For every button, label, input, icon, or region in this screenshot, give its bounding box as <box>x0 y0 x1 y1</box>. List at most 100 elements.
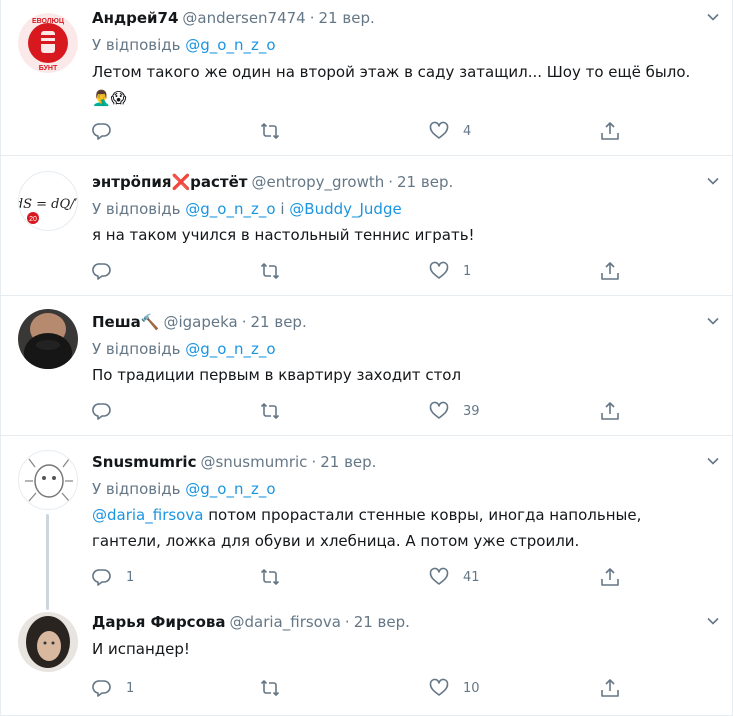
svg-text:БУНТ: БУНТ <box>39 65 58 72</box>
author-handle[interactable]: @andersen7474 <box>182 9 305 27</box>
tweet-date[interactable]: 21 вер. <box>397 173 453 191</box>
tweet[interactable]: dS = dQ/T 20 энтрӧпия❌растёт@entropy_gro… <box>1 156 732 296</box>
reply-button[interactable]: 1 <box>92 677 134 699</box>
tweet-header: Андрей74 @andersen7474 · 21 вер. <box>92 7 375 29</box>
author-name[interactable]: Snusmumric <box>92 453 196 471</box>
author-name[interactable]: энтрӧпия❌растёт <box>92 173 248 191</box>
share-icon <box>601 568 619 586</box>
tweet-date[interactable]: 21 вер. <box>251 313 307 331</box>
tweet-text: я на таком учился в настольный теннис иг… <box>92 226 475 244</box>
like-button[interactable]: 10 <box>429 677 480 699</box>
chevron-down-icon[interactable] <box>706 10 720 24</box>
reply-icon <box>92 569 111 586</box>
avatar[interactable]: ЕВОЛЮЦ БУНТ <box>18 13 78 73</box>
separator-dot: · <box>388 173 394 191</box>
retweet-icon <box>260 680 280 696</box>
like-icon <box>429 678 449 696</box>
avatar[interactable]: dS = dQ/T 20 <box>18 171 78 231</box>
tweet-header: Пеша🔨 @igapeka · 21 вер. <box>92 311 307 333</box>
reply-icon <box>92 263 111 280</box>
author-handle[interactable]: @daria_firsova <box>230 613 341 631</box>
retweet-button[interactable] <box>260 260 294 282</box>
avatar[interactable] <box>18 309 78 369</box>
reply-context: У відповідь @g_o_n_z_o <box>92 338 276 360</box>
retweet-icon <box>260 263 280 279</box>
avatar-image: dS = dQ/T 20 <box>19 197 78 224</box>
reply-mention[interactable]: @g_o_n_z_o <box>185 200 275 218</box>
tweet-date[interactable]: 21 вер. <box>319 9 375 27</box>
author-handle[interactable]: @entropy_growth <box>252 173 385 191</box>
chevron-down-icon[interactable] <box>706 314 720 328</box>
retweet-button[interactable] <box>260 677 294 699</box>
like-icon <box>429 261 449 279</box>
retweet-button[interactable] <box>260 566 294 588</box>
author-name[interactable]: Пеша🔨 <box>92 313 159 331</box>
share-button[interactable] <box>600 677 620 699</box>
tweet[interactable]: ЕВОЛЮЦ БУНТ Андрей74 @andersen7474 · 21 вер… <box>1 0 732 156</box>
reply-button[interactable]: 1 <box>92 566 134 588</box>
like-count: 10 <box>463 680 480 696</box>
text-mention[interactable]: @daria_firsova <box>92 506 203 524</box>
chevron-down-icon[interactable] <box>706 614 720 628</box>
reply-mention[interactable]: @g_o_n_z_o <box>185 340 275 358</box>
like-button[interactable]: 1 <box>429 260 471 282</box>
tweet-actions: 1 41 <box>92 566 632 588</box>
share-button[interactable] <box>600 120 620 142</box>
tweet-date[interactable]: 21 вер. <box>354 613 410 631</box>
chevron-down-icon[interactable] <box>706 174 720 188</box>
reply-button[interactable] <box>92 120 126 142</box>
retweet-button[interactable] <box>260 400 294 422</box>
like-count: 4 <box>463 123 472 139</box>
reply-icon <box>92 680 111 697</box>
like-button[interactable]: 4 <box>429 120 471 142</box>
tweet-text: По традиции первым в квартиру заходит ст… <box>92 366 462 384</box>
reply-icon <box>92 123 111 140</box>
author-name[interactable]: Дарья Фирсова <box>92 613 226 631</box>
reply-mention[interactable]: @g_o_n_z_o <box>185 36 275 54</box>
like-count: 39 <box>463 403 480 419</box>
share-button[interactable] <box>600 260 620 282</box>
share-button[interactable] <box>600 400 620 422</box>
tweet-date[interactable]: 21 вер. <box>320 453 376 471</box>
separator-dot: · <box>309 9 315 27</box>
share-icon <box>601 402 619 420</box>
reply-prefix: У відповідь <box>92 36 181 54</box>
tweet-text: Летом такого же один на второй этаж в са… <box>92 63 691 107</box>
retweet-icon <box>260 569 280 585</box>
reply-mention[interactable]: @g_o_n_z_o <box>185 480 275 498</box>
reply-button[interactable] <box>92 260 126 282</box>
like-button[interactable]: 41 <box>429 566 480 588</box>
author-name[interactable]: Андрей74 <box>92 9 178 27</box>
avatar-image <box>18 612 78 672</box>
tweet[interactable]: Пеша🔨 @igapeka · 21 вер. У відповідь @g_o_n… <box>1 296 732 436</box>
avatar-image <box>18 309 78 369</box>
share-icon <box>601 122 619 140</box>
like-count: 41 <box>463 569 480 585</box>
like-count: 1 <box>463 263 472 279</box>
share-icon <box>601 262 619 280</box>
svg-text:dS = dQ/T: dS = dQ/T <box>19 197 78 212</box>
tweet[interactable]: Snusmumric @snusmumric · 21 вер. У відповід… <box>1 436 732 610</box>
separator-dot: · <box>241 313 247 331</box>
reply-button[interactable] <box>92 400 126 422</box>
avatar[interactable] <box>18 450 78 510</box>
like-button[interactable]: 39 <box>429 400 480 422</box>
like-icon <box>429 567 449 585</box>
retweet-button[interactable] <box>260 120 294 142</box>
reply-prefix: У відповідь <box>92 200 181 218</box>
retweet-icon <box>260 403 280 419</box>
reply-context: У відповідь @g_o_n_z_o і @Buddy_Judge <box>92 198 402 220</box>
author-handle[interactable]: @snusmumric <box>200 453 307 471</box>
tweet-actions: 39 <box>92 400 632 422</box>
reply-mention-2[interactable]: @Buddy_Judge <box>289 200 401 218</box>
chevron-down-icon[interactable] <box>706 454 720 468</box>
avatar[interactable] <box>18 612 78 672</box>
share-button[interactable] <box>600 566 620 588</box>
tweet[interactable]: Дарья Фирсова @daria_firsova · 21 вер. И ис… <box>1 600 732 716</box>
tweet-actions: 4 <box>92 120 632 142</box>
author-handle[interactable]: @igapeka <box>163 313 237 331</box>
reply-count: 1 <box>126 569 135 585</box>
tweet-text-line-2: гантели, ложка для обуви и хлебница. А п… <box>92 532 580 550</box>
tweet-header: энтрӧпия❌растёт @entropy_growth · 21 вер. <box>92 171 453 193</box>
like-icon <box>429 401 449 419</box>
